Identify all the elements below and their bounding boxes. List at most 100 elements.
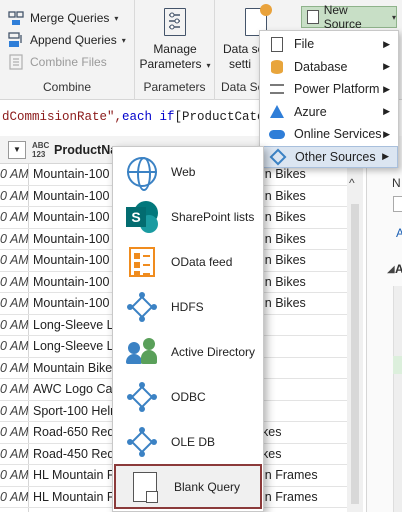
hdfs-icon bbox=[127, 291, 157, 322]
chevron-right-icon: ▶ bbox=[382, 151, 389, 161]
other-source-label: Blank Query bbox=[174, 479, 241, 494]
menu-item-power-platform[interactable]: Power Platform ▶ bbox=[260, 78, 398, 100]
append-queries-icon bbox=[8, 32, 24, 48]
merge-queries-button[interactable]: Merge Queries ▾ bbox=[8, 8, 118, 28]
time-cell: 0 AM bbox=[0, 296, 28, 311]
other-source-item-sharepoint[interactable]: S SharePoint lists bbox=[113, 194, 263, 239]
time-cell: 0 AM bbox=[0, 274, 28, 289]
odbc-icon bbox=[127, 381, 157, 412]
menu-item-label: File bbox=[294, 37, 315, 51]
odata-icon bbox=[129, 246, 155, 277]
formula-text-2: [ProductCateg bbox=[174, 110, 273, 124]
manage-parameters-label-2-row: Parameters ▾ bbox=[135, 57, 215, 73]
chevron-down-icon: ▾ bbox=[114, 13, 119, 23]
menu-item-label: Online Services bbox=[294, 127, 382, 141]
time-cell: 0 AM bbox=[0, 403, 28, 418]
new-source-button[interactable]: New Source ▾ bbox=[301, 3, 397, 31]
menu-item-other-sources[interactable]: Other Sources ▶ bbox=[260, 145, 398, 168]
category-cell[interactable]: in Bikes bbox=[262, 296, 306, 310]
category-cell[interactable]: in Bikes bbox=[262, 275, 306, 289]
other-source-item-odata[interactable]: OData feed bbox=[113, 239, 263, 284]
globe-icon bbox=[127, 156, 157, 191]
time-cell: 0 AM bbox=[0, 210, 28, 225]
file-icon bbox=[271, 36, 283, 52]
other-source-label: Active Directory bbox=[171, 344, 256, 359]
other-source-label: OData feed bbox=[171, 254, 233, 269]
combine-files-label: Combine Files bbox=[30, 55, 107, 69]
combine-files-button[interactable]: Combine Files bbox=[8, 52, 107, 72]
menu-item-azure[interactable]: Azure ▶ bbox=[260, 101, 398, 123]
menu-item-label: Other Sources bbox=[295, 149, 376, 164]
category-cell[interactable]: kes bbox=[262, 425, 281, 439]
other-sources-icon bbox=[269, 148, 287, 165]
name-field[interactable] bbox=[393, 196, 402, 212]
other-sources-menu: Web S SharePoint lists OData feed HDFS Active… bbox=[112, 146, 264, 512]
other-source-label: OLE DB bbox=[171, 434, 216, 449]
applied-step-selected[interactable] bbox=[393, 356, 402, 374]
vertical-scrollbar[interactable]: ^ bbox=[347, 164, 363, 512]
category-cell[interactable]: in Frames bbox=[262, 490, 318, 504]
oledb-icon bbox=[127, 426, 157, 457]
sharepoint-icon: S bbox=[126, 200, 158, 233]
time-cell: 0 AM bbox=[0, 339, 28, 354]
menu-item-label: Database bbox=[294, 59, 348, 74]
merge-queries-label: Merge Queries bbox=[30, 11, 110, 25]
append-queries-button[interactable]: Append Queries ▾ bbox=[8, 30, 126, 50]
other-source-item-globe[interactable]: Web bbox=[113, 149, 263, 194]
chevron-right-icon: ▶ bbox=[383, 61, 390, 71]
column-filter-dropdown[interactable]: ▼ bbox=[8, 140, 26, 159]
time-cell: 0 AM bbox=[0, 317, 28, 332]
time-cell: 0 AM bbox=[0, 468, 28, 483]
document-icon bbox=[307, 10, 319, 24]
query-settings-pane: N A ◢ A bbox=[366, 136, 402, 512]
time-cell: 0 AM bbox=[0, 446, 28, 461]
combine-group: Merge Queries ▾ Append Queries ▾ Combine… bbox=[0, 0, 135, 100]
manage-parameters-button[interactable]: Manage Parameters ▾ bbox=[135, 4, 215, 73]
manage-parameters-label-1: Manage bbox=[153, 42, 197, 56]
applied-steps-list bbox=[393, 286, 402, 512]
new-source-menu: File ▶ Database ▶ Power Platform ▶ Azure ▶ Onlin… bbox=[259, 30, 399, 168]
other-source-item-hdfs[interactable]: HDFS bbox=[113, 284, 263, 329]
cloud-icon bbox=[269, 129, 285, 139]
all-properties-link[interactable]: A bbox=[396, 226, 402, 240]
azure-icon bbox=[270, 105, 284, 118]
other-source-item-active-directory[interactable]: Active Directory bbox=[113, 329, 263, 374]
category-cell[interactable]: in Bikes bbox=[262, 189, 306, 203]
other-source-item-blank-query[interactable]: Blank Query bbox=[114, 464, 262, 509]
type-number-label: 123 bbox=[32, 149, 46, 159]
applied-steps-heading: A bbox=[395, 262, 402, 276]
formula-keyword: each if bbox=[122, 110, 175, 124]
append-queries-label: Append Queries bbox=[30, 33, 117, 47]
scroll-up-icon[interactable]: ^ bbox=[349, 176, 355, 190]
other-source-item-oledb[interactable]: OLE DB bbox=[113, 419, 263, 464]
chevron-down-icon: ▼ bbox=[13, 145, 21, 154]
collapse-triangle-icon[interactable]: ◢ bbox=[387, 264, 395, 275]
power-platform-icon bbox=[270, 84, 284, 94]
category-cell[interactable]: in Bikes bbox=[262, 232, 306, 246]
active-directory-icon bbox=[126, 337, 158, 366]
menu-item-label: Azure bbox=[294, 104, 327, 119]
gear-icon bbox=[260, 4, 272, 16]
menu-item-label: Power Platform bbox=[294, 82, 380, 96]
parameters-group: Manage Parameters ▾ Parameters bbox=[135, 0, 215, 100]
category-cell[interactable]: in Frames bbox=[262, 468, 318, 482]
merge-queries-icon bbox=[8, 10, 24, 26]
chevron-right-icon: ▶ bbox=[383, 83, 390, 94]
menu-item-database[interactable]: Database ▶ bbox=[260, 56, 398, 78]
column-type-icon[interactable]: ABC 123 bbox=[32, 141, 52, 159]
time-cell: 0 AM bbox=[0, 360, 28, 375]
category-cell[interactable]: kes bbox=[262, 447, 281, 461]
category-cell[interactable]: in Bikes bbox=[262, 167, 306, 181]
other-source-item-odbc[interactable]: ODBC bbox=[113, 374, 263, 419]
other-source-label: HDFS bbox=[171, 299, 204, 314]
scrollbar-thumb[interactable] bbox=[351, 204, 359, 504]
category-cell[interactable]: in Bikes bbox=[262, 210, 306, 224]
time-cell: 0 AM bbox=[0, 188, 28, 203]
new-source-label: New Source bbox=[323, 3, 362, 31]
chevron-right-icon: ▶ bbox=[383, 106, 390, 116]
category-cell[interactable]: in Bikes bbox=[262, 253, 306, 267]
time-cell: 0 AM bbox=[0, 489, 28, 504]
menu-item-file[interactable]: File ▶ bbox=[260, 33, 398, 55]
database-icon bbox=[271, 59, 283, 74]
menu-item-cloud[interactable]: Online Services ▶ bbox=[260, 123, 398, 145]
